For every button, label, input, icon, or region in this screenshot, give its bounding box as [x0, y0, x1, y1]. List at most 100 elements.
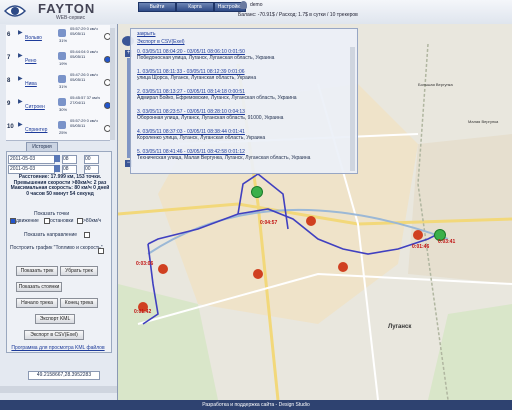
stop-marker-icon[interactable] — [338, 262, 348, 272]
stop-address: Короленко улица, Луганск, Луганская обла… — [137, 135, 266, 141]
tracker-name[interactable]: Рено — [25, 58, 36, 64]
car-icon — [58, 75, 66, 83]
tracker-row[interactable]: 9 ▶ Ситроен 30% 05:45:57 37 км/ч 27/04/1… — [6, 94, 111, 118]
kml-viewer-link[interactable]: Программа для просмотра KML файлов — [10, 345, 106, 351]
map-label: Большая Вергунка — [418, 82, 453, 87]
stop-entry: 5. 03/05/11 08:41:46 - 03/05/11 08:42:58… — [137, 149, 343, 161]
popup-close-link[interactable]: закрыть — [137, 31, 156, 37]
show-track-button[interactable]: Показать трек — [16, 266, 58, 276]
footer: Разработка и поддержка сайта - Design St… — [0, 400, 512, 410]
stop-marker-icon[interactable] — [158, 264, 168, 274]
stop-address: Адмирал Бойко, Ефремовские, Луганск, Луг… — [137, 95, 297, 101]
brand-name: FAYTON — [38, 1, 96, 16]
calendar-icon[interactable] — [54, 155, 60, 162]
stop-address: улица Щорса, Луганск, Луганская область,… — [137, 75, 257, 81]
balance-text: Баланс: -70.91$ / Расход: 1.7$ в сутки /… — [238, 12, 358, 18]
stop-duration: 0:04:57 — [260, 220, 278, 226]
tracker-number: 6 — [7, 32, 11, 38]
over80-label: >80км/ч — [83, 218, 102, 224]
stop-address: Победоносная улица, Луганск, Луганская о… — [137, 55, 275, 61]
battery-level: 31% — [59, 38, 68, 43]
car-icon — [58, 121, 66, 129]
car-icon — [58, 29, 66, 37]
tracker-status: 05:57:29 0 км/ч 05/05/11 — [70, 118, 98, 128]
stops-popup: закрыть Экспорт в CSV(Exel) 0. 03/05/11 … — [130, 28, 358, 174]
stop-address: Оборонная улица, Луганск, Луганская обла… — [137, 115, 284, 121]
play-icon[interactable]: ▶ — [18, 121, 23, 128]
tracker-name[interactable]: Ситроен — [25, 104, 45, 110]
tracker-name[interactable]: Нива — [25, 81, 37, 87]
hide-track-button[interactable]: Убрать трек — [60, 266, 98, 276]
tracker-row[interactable]: 10 ▶ Спринтер 25% 05:57:29 0 км/ч 05/05/… — [6, 117, 111, 141]
tracker-list-scrollbar[interactable] — [110, 28, 115, 140]
play-icon[interactable]: ▶ — [18, 52, 23, 59]
stop-entry: 4. 03/05/11 08:37:03 - 03/05/11 08:38:44… — [137, 129, 343, 141]
sidebar-hscrollbar[interactable] — [0, 386, 117, 393]
tracker-status: 05:45:57 37 км/ч 27/04/11 — [70, 95, 100, 105]
stop-duration: 0:01:46 — [412, 244, 430, 250]
car-icon — [58, 52, 66, 60]
stop-address: Техническая улица, Малая Вергунка, Луган… — [137, 155, 311, 161]
tracker-number: 7 — [7, 55, 11, 61]
stop-marker-icon[interactable] — [253, 269, 263, 279]
stops-label: остановки — [50, 218, 74, 224]
show-points-label: Показать точки — [34, 211, 70, 217]
export-csv-button[interactable]: Экспорт в CSV(Exel) — [24, 330, 84, 340]
minute-from-select[interactable]: 00 — [84, 155, 99, 164]
date-to-input[interactable]: 2011-05-03 — [8, 165, 55, 174]
direction-checkbox[interactable] — [84, 232, 90, 238]
coordinates-readout: 49.2158667,28.3952283 — [28, 371, 100, 380]
export-kml-button[interactable]: Экспорт KML — [35, 314, 75, 324]
hour-from-select[interactable]: 08 — [62, 155, 77, 164]
play-icon[interactable]: ▶ — [18, 98, 23, 105]
tracker-name[interactable]: Спринтер — [25, 127, 47, 133]
tracker-row[interactable]: 7 ▶ Рено 19% 05:44:04 0 км/ч 05/05/11 — [6, 48, 111, 72]
stop-entry: 2. 03/05/11 08:13:27 - 03/05/11 08:14:18… — [137, 89, 343, 101]
user-icon — [240, 1, 247, 9]
battery-level: 25% — [59, 130, 68, 135]
tracker-number: 10 — [7, 124, 14, 130]
car-icon — [58, 98, 66, 106]
popup-export-link[interactable]: Экспорт в CSV(Exel) — [137, 39, 185, 45]
tracker-status: 05:47:26 0 км/ч 05/05/11 — [70, 72, 98, 82]
date-from-input[interactable]: 2011-05-03 — [8, 155, 55, 164]
play-icon[interactable]: ▶ — [18, 75, 23, 82]
tracker-row[interactable]: 8 ▶ Нива 31% 05:47:26 0 км/ч 05/05/11 — [6, 71, 111, 95]
stop-marker-icon[interactable] — [413, 230, 423, 240]
header: FAYTON WEB-сервис Выйти Карта Настройки … — [0, 0, 512, 25]
graph-checkbox[interactable] — [98, 248, 104, 254]
tracker-number: 9 — [7, 101, 11, 107]
footer-text: Разработка и поддержка сайта - Design St… — [202, 402, 310, 408]
popup-scrollbar[interactable] — [350, 47, 355, 171]
stop-marker-icon[interactable] — [306, 216, 316, 226]
map-label: Луганск — [388, 324, 412, 330]
stop-duration: 0:03:41 — [438, 239, 456, 245]
tracker-number: 8 — [7, 78, 11, 84]
tracker-row[interactable]: 6 ▶ Вольво 31% 05:57:29 0 км/ч 05/05/11 — [6, 25, 111, 49]
battery-level: 30% — [59, 107, 68, 112]
calendar-icon[interactable] — [54, 165, 60, 172]
show-stops-button[interactable]: Показать стоянки — [16, 282, 62, 292]
tracker-status: 05:57:29 0 км/ч 05/05/11 — [70, 26, 98, 36]
map-label: Малая Вергунка — [468, 119, 499, 124]
tracker-name[interactable]: Вольво — [25, 35, 42, 41]
eye-logo-icon — [4, 5, 26, 17]
stop-entry: 1. 03/05/11 08:11:33 - 03/05/11 08:12:39… — [137, 69, 343, 81]
track-start-button[interactable]: Начало трека — [16, 298, 58, 308]
play-icon[interactable]: ▶ — [18, 29, 23, 36]
brand-subtitle: WEB-сервис — [56, 15, 86, 21]
battery-level: 31% — [59, 84, 68, 89]
tracker-status: 05:44:04 0 км/ч 05/05/11 — [70, 49, 98, 59]
start-flag-icon[interactable] — [251, 186, 263, 198]
minute-to-select[interactable]: 00 — [84, 165, 99, 174]
logout-button[interactable]: Выйти — [138, 2, 176, 12]
stop-duration: 0:03:06 — [136, 261, 154, 267]
moving-label: движение — [16, 218, 39, 224]
track-end-button[interactable]: Конец трека — [60, 298, 98, 308]
stop-entry: 0. 03/05/11 08:04:20 - 03/05/11 08:06:10… — [137, 49, 343, 61]
map-button[interactable]: Карта — [176, 2, 214, 12]
graph-label: Построить график "Топливо и скорость" — [10, 245, 103, 251]
hour-to-select[interactable]: 08 — [62, 165, 77, 174]
stop-duration: 0:01:42 — [134, 309, 152, 315]
battery-level: 19% — [59, 61, 68, 66]
